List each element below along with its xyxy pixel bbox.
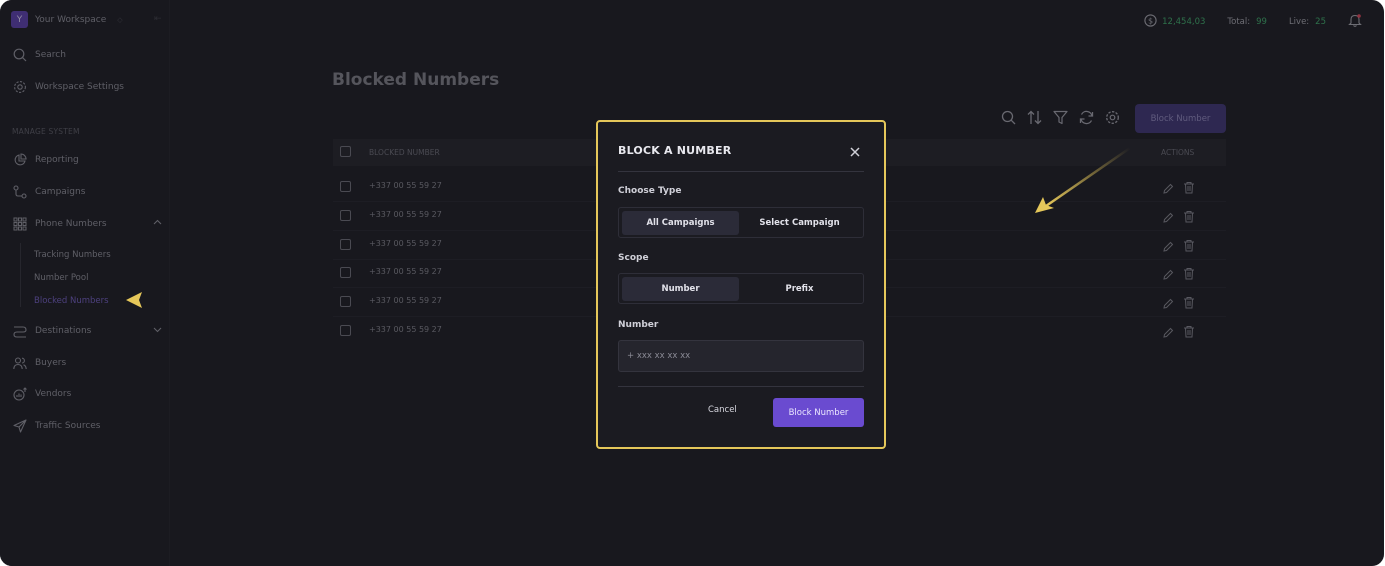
block-number-modal: BLOCK A NUMBER Choose Type All Campaigns… [596, 120, 886, 449]
modal-divider [618, 171, 864, 172]
choose-type-label: Choose Type [618, 186, 682, 196]
type-option-all-campaigns[interactable]: All Campaigns [622, 211, 739, 235]
type-option-select-campaign[interactable]: Select Campaign [741, 211, 858, 235]
modal-footer-divider [618, 386, 864, 387]
number-input[interactable] [618, 340, 864, 372]
modal-title: BLOCK A NUMBER [618, 144, 732, 157]
scope-segmented-control: Number Prefix [618, 273, 864, 304]
scope-option-number[interactable]: Number [622, 277, 739, 301]
close-icon[interactable] [848, 144, 862, 158]
number-label: Number [618, 320, 659, 330]
cancel-button[interactable]: Cancel [708, 405, 737, 415]
type-segmented-control: All Campaigns Select Campaign [618, 207, 864, 238]
scope-label: Scope [618, 253, 649, 263]
submit-block-number-button[interactable]: Block Number [773, 398, 864, 427]
scope-option-prefix[interactable]: Prefix [741, 277, 858, 301]
annotation-arrow-left-icon [126, 292, 206, 308]
annotation-arrow-diagonal-icon [1035, 146, 1131, 213]
app-window: Y Your Workspace ◇ ⇤ Search Workspace Se… [0, 0, 1384, 566]
